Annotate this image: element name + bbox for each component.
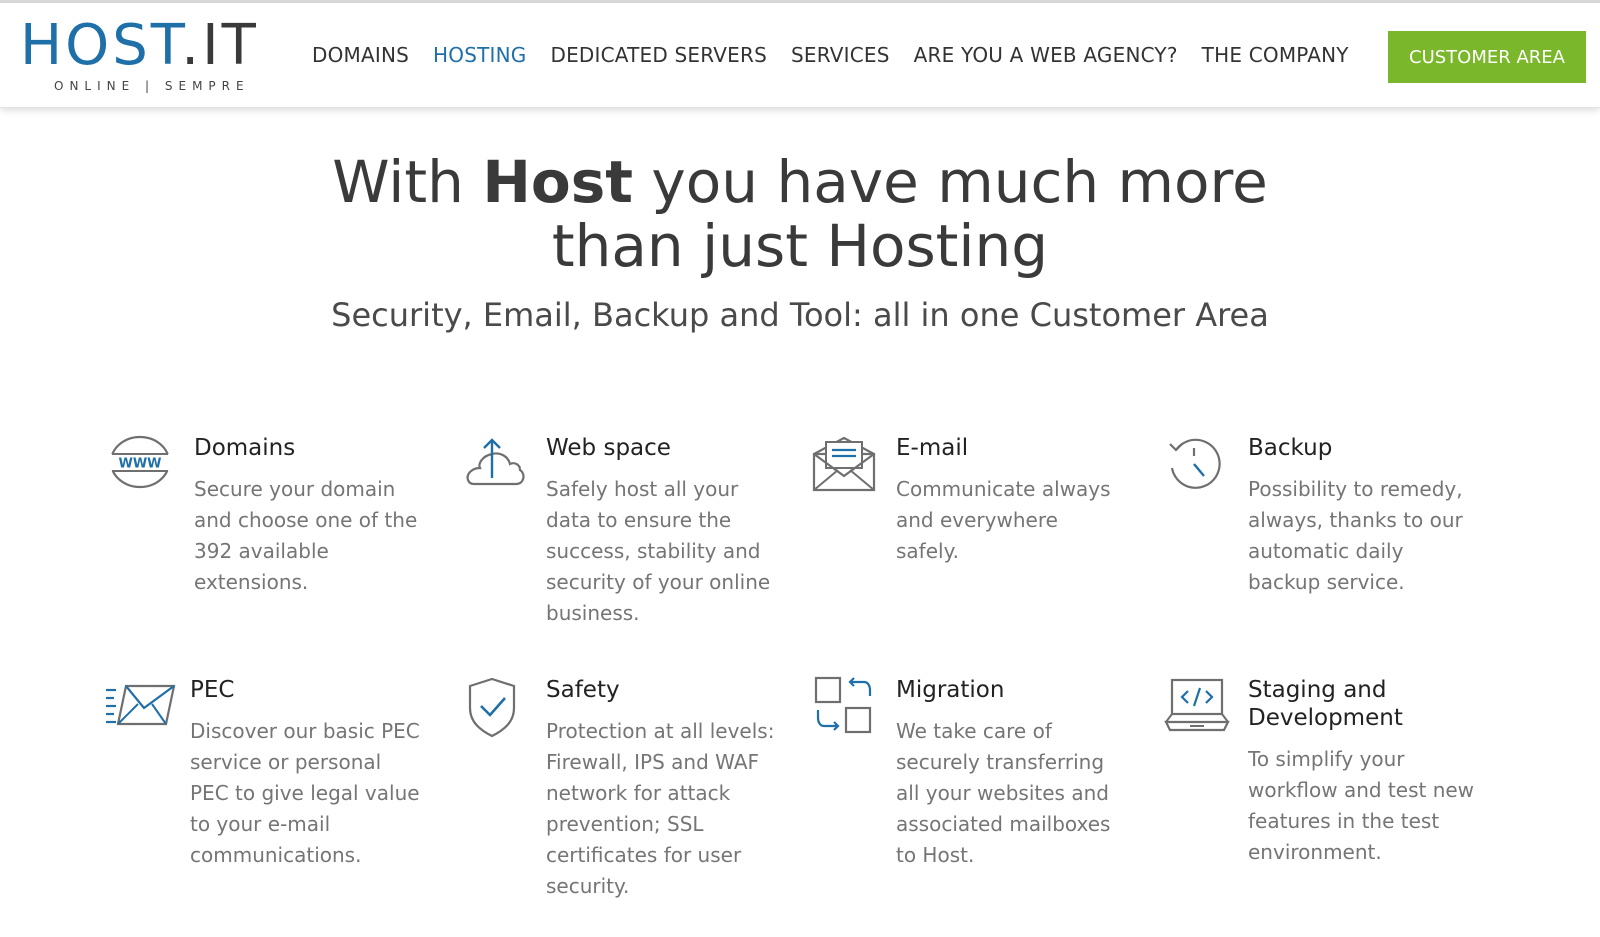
envelope-open-icon	[812, 436, 876, 492]
feature-desc: Protection at all levels: Firewall, IPS …	[546, 719, 775, 898]
www-globe-icon: WWW	[109, 435, 171, 489]
hero-subtitle: Security, Email, Backup and Tool: all in…	[331, 296, 1269, 334]
feature-title: Staging and Development	[1248, 677, 1403, 731]
feature-title: Migration	[896, 677, 1005, 703]
cloud-upload-icon	[466, 438, 525, 486]
main-nav: DOMAINS HOSTING DEDICATED SERVERS SERVIC…	[312, 43, 1373, 67]
feature-migration: Migration We take care of securely trans…	[810, 676, 1140, 916]
feature-desc: Discover our basic PEC service or person…	[190, 719, 420, 867]
feature-safety: Safety Protection at all levels: Firewal…	[460, 676, 790, 916]
shield-check-icon	[468, 677, 516, 738]
logo-host-text: HOST	[20, 13, 182, 78]
nav-hosting[interactable]: HOSTING	[433, 43, 526, 67]
fast-mail-icon	[106, 684, 176, 726]
laptop-code-icon	[1164, 678, 1230, 732]
nav-domains[interactable]: DOMAINS	[312, 43, 409, 67]
feature-title: Backup	[1248, 435, 1333, 461]
nav-web-agency[interactable]: ARE YOU A WEB AGENCY?	[914, 43, 1178, 67]
feature-title: Web space	[546, 435, 671, 461]
feature-title: E-mail	[896, 435, 969, 461]
site-header: HOST.IT ONLINE | SEMPRE DOMAINS HOSTING …	[0, 3, 1600, 108]
feature-desc: Secure your domain and choose one of the…	[194, 477, 418, 594]
hero-title-mid: you have much more	[633, 148, 1268, 216]
history-clock-icon	[1169, 438, 1221, 489]
nav-services[interactable]: SERVICES	[791, 43, 890, 67]
feature-desc: Communicate always and everywhere safely…	[896, 477, 1111, 563]
feature-staging: Staging and Development To simplify your…	[1162, 676, 1492, 916]
feature-web-space: Web space Safely host all your data to e…	[460, 434, 790, 634]
feature-desc: Safely host all your data to ensure the …	[546, 477, 771, 625]
hero-title-pre: With	[332, 148, 483, 216]
hero-title-bold: Host	[482, 148, 633, 216]
svg-text:WWW: WWW	[118, 457, 161, 472]
nav-the-company[interactable]: THE COMPANY	[1202, 43, 1349, 67]
logo-it-text: .IT	[181, 13, 259, 78]
feature-desc: We take care of securely transferring al…	[896, 719, 1111, 867]
feature-title: Safety	[546, 677, 620, 703]
customer-area-button[interactable]: CUSTOMER AREA	[1388, 31, 1586, 83]
feature-title: Domains	[194, 435, 296, 461]
feature-pec: PEC Discover our basic PEC service or pe…	[104, 676, 434, 916]
migration-icon	[814, 676, 872, 734]
feature-desc: To simplify your workflow and test new f…	[1248, 747, 1475, 864]
host-it-logo[interactable]: HOST.IT ONLINE | SEMPRE	[20, 17, 280, 97]
feature-backup: Backup Possibility to remedy, always, th…	[1162, 434, 1492, 634]
hero-title-line2: than just Hosting	[551, 212, 1049, 280]
nav-dedicated-servers[interactable]: DEDICATED SERVERS	[551, 43, 768, 67]
logo-wordmark: HOST.IT	[20, 17, 259, 75]
feature-domains: WWW Domains Secure your domain and choos…	[108, 434, 438, 634]
feature-title: PEC	[190, 677, 235, 703]
feature-email: E-mail Communicate always and everywhere…	[810, 434, 1140, 634]
hero-title: With Host you have much more than just H…	[0, 150, 1600, 278]
logo-tagline: ONLINE | SEMPRE	[54, 79, 250, 93]
feature-desc: Possibility to remedy, always, thanks to…	[1248, 477, 1463, 594]
